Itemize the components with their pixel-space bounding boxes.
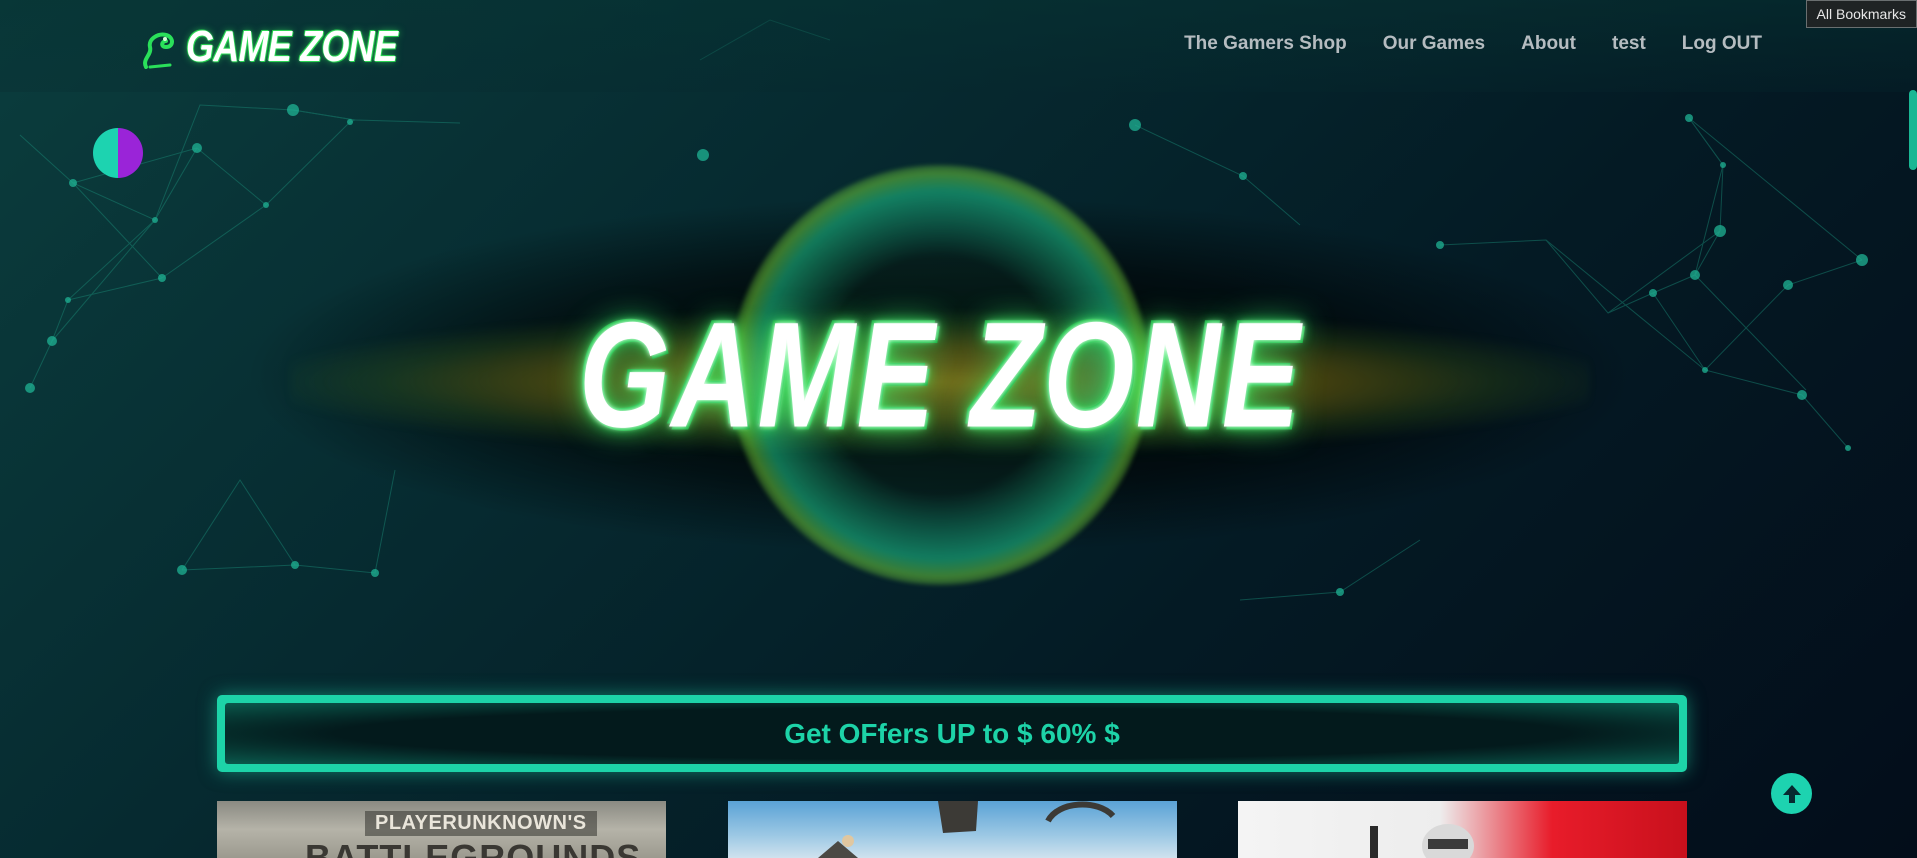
- offer-banner[interactable]: Get OFfers UP to $ 60% $: [217, 695, 1687, 772]
- game-card-title: PLAYERUNKNOWN'S: [365, 811, 597, 836]
- nav-gamers-shop[interactable]: The Gamers Shop: [1184, 33, 1347, 55]
- nav-test[interactable]: test: [1612, 33, 1646, 55]
- site-header: GAME ZONE The Gamers Shop Our Games Abou…: [0, 0, 1917, 92]
- arrow-up-icon: [1782, 784, 1801, 803]
- game-card[interactable]: [728, 801, 1177, 858]
- game-card[interactable]: PLAYERUNKNOWN'S BATTLEGROUNDS: [217, 801, 666, 858]
- theme-toggle-icon[interactable]: [93, 128, 143, 178]
- offer-banner-inner: Get OFfers UP to $ 60% $: [225, 703, 1679, 764]
- main-nav: The Gamers Shop Our Games About test Log…: [1184, 33, 1762, 55]
- game-card-subtitle: BATTLEGROUNDS: [305, 837, 642, 858]
- logo-text: GAME ZONE: [186, 22, 398, 71]
- all-bookmarks-button[interactable]: All Bookmarks: [1805, 0, 1917, 28]
- offer-text: Get OFfers UP to $ 60% $: [784, 717, 1120, 749]
- game-card-image: [1370, 824, 1474, 858]
- nav-about[interactable]: About: [1521, 33, 1576, 55]
- nav-log-out[interactable]: Log OUT: [1682, 33, 1762, 55]
- snake-icon: [143, 32, 174, 69]
- game-card-image: [818, 801, 1116, 858]
- game-card[interactable]: [1238, 801, 1687, 858]
- hero-banner: GAME ZONE: [180, 95, 1700, 655]
- page-scrollbar[interactable]: [1909, 90, 1917, 170]
- back-to-top-button[interactable]: [1771, 773, 1812, 814]
- site-logo[interactable]: GAME ZONE: [140, 22, 443, 72]
- nav-our-games[interactable]: Our Games: [1383, 33, 1485, 55]
- hero-title: GAME ZONE: [578, 290, 1302, 459]
